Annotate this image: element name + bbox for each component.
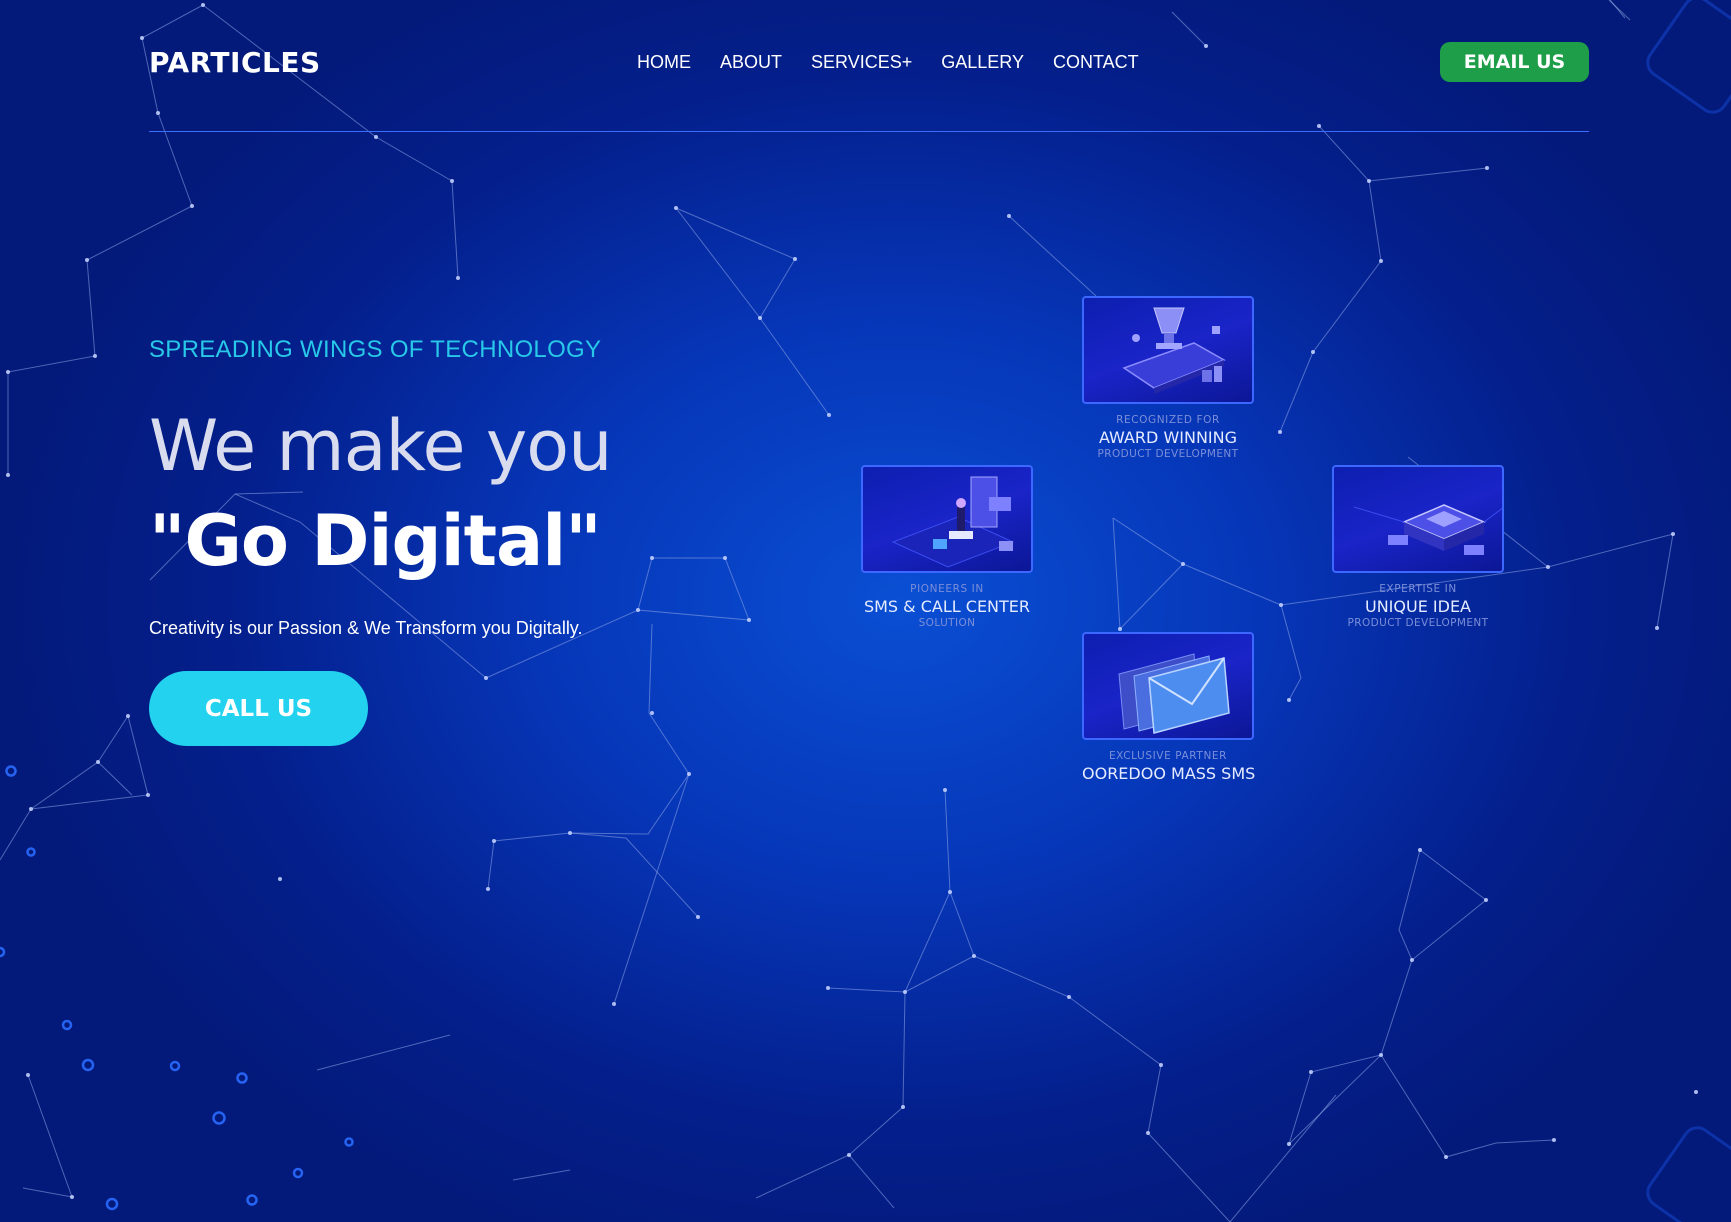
feature-image-unique-idea <box>1332 465 1504 573</box>
feature-card-award[interactable]: RECOGNIZED FOR AWARD WINNING PRODUCT DEV… <box>1082 296 1254 460</box>
feature-card-sms-call-center[interactable]: PIONEERS IN SMS & CALL CENTER SOLUTION <box>861 465 1033 629</box>
feature-title: OOREDOO MASS SMS <box>1082 764 1256 783</box>
hero-subtext: Creativity is our Passion & We Transform… <box>149 618 583 638</box>
feature-image-ooredoo <box>1082 632 1254 740</box>
feature-card-unique-idea[interactable]: EXPERTISE IN UNIQUE IDEA PRODUCT DEVELOP… <box>1332 465 1504 629</box>
nav-item-services[interactable]: SERVICES+ <box>811 52 912 73</box>
feature-sub: PRODUCT DEVELOPMENT <box>1347 617 1489 629</box>
envelope-icon <box>1118 653 1230 734</box>
nav-item-gallery[interactable]: GALLERY <box>941 52 1024 73</box>
trophy-phone-icon <box>1122 307 1226 394</box>
chip-icon <box>1353 504 1502 555</box>
feature-title: AWARD WINNING <box>1098 428 1238 447</box>
nav-item-home[interactable]: HOME <box>637 52 691 73</box>
feature-sub: PRODUCT DEVELOPMENT <box>1097 448 1239 460</box>
call-center-icon <box>891 476 1015 568</box>
feature-kicker: EXCLUSIVE PARTNER <box>1108 750 1228 762</box>
feature-title: SMS & CALL CENTER <box>863 597 1031 616</box>
feature-image-award <box>1082 296 1254 404</box>
feature-title: UNIQUE IDEA <box>1365 597 1471 616</box>
hero-page: PARTICLES HOME ABOUT SERVICES+ GALLERY C… <box>0 0 1731 1222</box>
site-header: PARTICLES HOME ABOUT SERVICES+ GALLERY C… <box>149 36 1589 132</box>
site-logo[interactable]: PARTICLES <box>149 46 321 79</box>
feature-sub: SOLUTION <box>918 617 976 629</box>
feature-kicker: EXPERTISE IN <box>1379 583 1457 595</box>
feature-image-call-center <box>861 465 1033 573</box>
hero-headline-line1: We make you <box>149 405 612 487</box>
hero-headline-line2: "Go Digital" <box>149 500 602 582</box>
feature-kicker: RECOGNIZED FOR <box>1116 414 1220 426</box>
nav-item-about[interactable]: ABOUT <box>720 52 782 73</box>
nav-item-contact[interactable]: CONTACT <box>1053 52 1139 73</box>
main-nav: HOME ABOUT SERVICES+ GALLERY CONTACT <box>637 52 1168 73</box>
feature-card-ooredoo[interactable]: EXCLUSIVE PARTNER OOREDOO MASS SMS <box>1082 632 1256 783</box>
feature-kicker: PIONEERS IN <box>910 583 984 595</box>
call-us-button[interactable]: CALL US <box>149 671 368 746</box>
email-us-button[interactable]: EMAIL US <box>1440 42 1589 82</box>
hero-tagline: SPREADING WINGS OF TECHNOLOGY <box>149 336 602 363</box>
